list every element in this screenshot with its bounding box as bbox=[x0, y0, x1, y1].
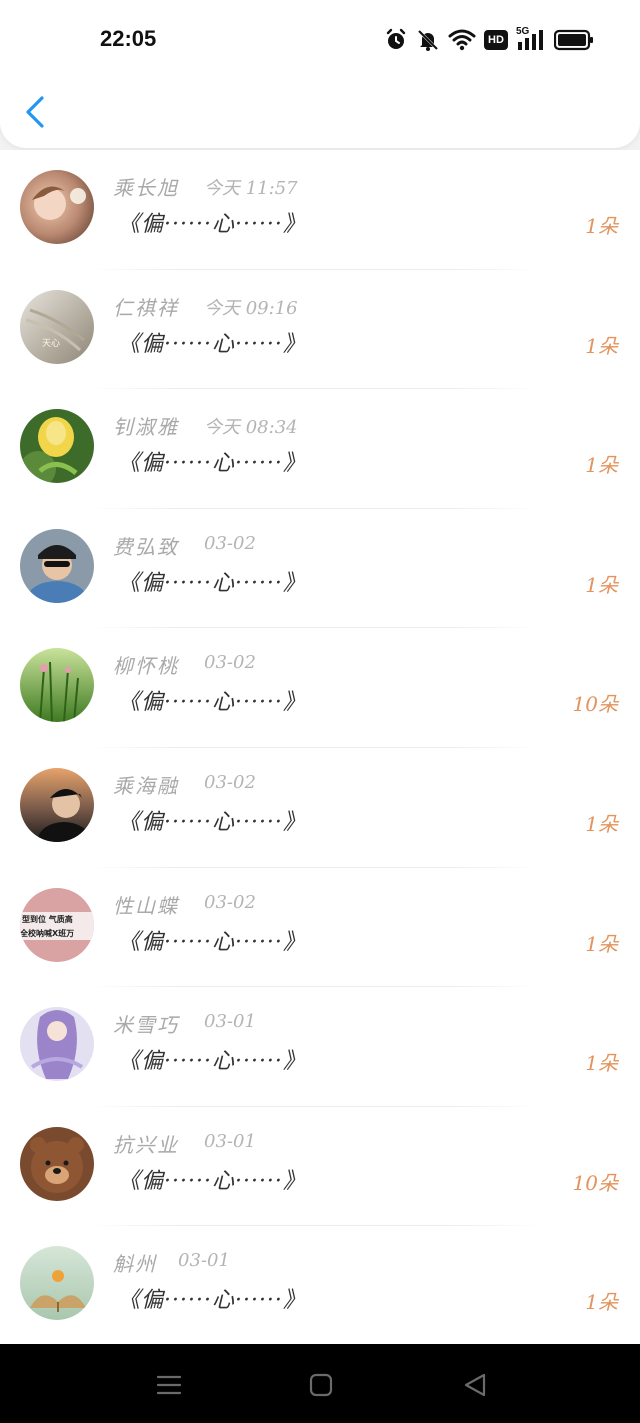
avatar[interactable] bbox=[20, 1246, 94, 1321]
mute-bell-icon bbox=[417, 29, 439, 51]
message-text: 《偏······心······》 bbox=[118, 929, 306, 955]
back-triangle-icon bbox=[464, 1373, 486, 1397]
message-text: 《偏······心······》 bbox=[118, 1168, 306, 1194]
list-item[interactable]: 天心 仁祺祥 今天 09:16 《偏······心······》 1朵 bbox=[0, 270, 640, 390]
wifi-icon bbox=[448, 29, 476, 51]
list-item[interactable]: 费弘致 03-02 《偏······心······》 1朵 bbox=[0, 509, 640, 629]
status-icons: HD 5G bbox=[384, 26, 594, 52]
list-item[interactable]: 型到位 气质高 全校呐喊X班万 性山蝶 03-02 《偏······心·····… bbox=[0, 868, 640, 988]
message-text: 《偏······心······》 bbox=[118, 1049, 306, 1075]
sender-name: 抗兴业 bbox=[113, 1132, 179, 1157]
avatar[interactable] bbox=[20, 1126, 94, 1201]
flower-count: 1朵 bbox=[585, 931, 618, 956]
hd-label: HD bbox=[488, 34, 504, 46]
avatar[interactable] bbox=[20, 1007, 94, 1082]
message-time: 03-01 bbox=[204, 1130, 256, 1152]
avatar-caption: 天心 bbox=[42, 338, 60, 349]
system-nav-bar bbox=[0, 1344, 640, 1423]
flower-count: 1朵 bbox=[585, 811, 618, 836]
sender-name: 斛州 bbox=[113, 1252, 157, 1277]
message-text: 《偏······心······》 bbox=[118, 809, 306, 835]
alarm-icon bbox=[386, 28, 406, 49]
flower-count: 1朵 bbox=[585, 333, 618, 358]
list-item[interactable]: 抗兴业 03-01 《偏······心······》 10朵 bbox=[0, 1107, 640, 1227]
message-time: 03-02 bbox=[204, 532, 256, 554]
battery-icon bbox=[554, 29, 593, 51]
hd-icon: HD bbox=[484, 30, 508, 50]
flower-message-list: 乘长旭 今天 11:57 《偏······心······》 1朵 天心 仁祺祥 … bbox=[0, 150, 640, 1344]
avatar[interactable] bbox=[20, 528, 94, 603]
5g-signal-icon: 5G bbox=[516, 26, 546, 52]
menu-icon bbox=[156, 1375, 182, 1395]
home-square-icon bbox=[309, 1373, 333, 1397]
message-time: 今天 09:16 bbox=[204, 297, 298, 319]
message-time: 03-02 bbox=[204, 771, 256, 793]
flower-count: 1朵 bbox=[585, 214, 618, 238]
list-item[interactable]: 斛州 03-01 《偏······心······》 1朵 bbox=[0, 1226, 640, 1344]
list-item[interactable]: 乘海融 03-02 《偏······心······》 1朵 bbox=[0, 748, 640, 868]
flower-count: 1朵 bbox=[585, 1051, 618, 1076]
avatar[interactable] bbox=[20, 648, 94, 723]
message-text: 《偏······心······》 bbox=[118, 451, 306, 477]
message-time: 03-01 bbox=[204, 1011, 256, 1033]
flower-count: 1朵 bbox=[585, 1290, 618, 1315]
sender-name: 费弘致 bbox=[113, 534, 179, 559]
flower-count: 10朵 bbox=[572, 1170, 618, 1195]
sender-name: 仁祺祥 bbox=[113, 295, 179, 320]
menu-button[interactable] bbox=[152, 1368, 186, 1402]
avatar[interactable] bbox=[20, 409, 94, 484]
list-item[interactable]: 乘长旭 今天 11:57 《偏······心······》 1朵 bbox=[0, 150, 640, 270]
sender-name: 钊淑雅 bbox=[113, 415, 179, 440]
message-time: 03-01 bbox=[178, 1250, 230, 1272]
app-header: 22:05 HD 5G bbox=[0, 0, 640, 148]
message-text: 《偏······心······》 bbox=[118, 331, 306, 357]
message-text: 《偏······心······》 bbox=[118, 570, 306, 596]
avatar[interactable] bbox=[20, 767, 94, 842]
message-time: 03-02 bbox=[204, 891, 256, 913]
sender-name: 柳怀桃 bbox=[113, 654, 179, 679]
flower-count: 1朵 bbox=[585, 453, 618, 478]
back-nav-button[interactable] bbox=[458, 1368, 492, 1402]
flower-count: 10朵 bbox=[572, 692, 618, 717]
flower-count: 1朵 bbox=[585, 572, 618, 597]
message-time: 今天 08:34 bbox=[204, 417, 298, 439]
message-text: 《偏······心······》 bbox=[118, 212, 306, 237]
list-item[interactable]: 柳怀桃 03-02 《偏······心······》 10朵 bbox=[0, 628, 640, 748]
list-item[interactable]: 钊淑雅 今天 08:34 《偏······心······》 1朵 bbox=[0, 389, 640, 509]
sender-name: 乘长旭 bbox=[113, 176, 179, 200]
message-text: 《偏······心······》 bbox=[118, 690, 306, 716]
avatar[interactable] bbox=[20, 170, 94, 244]
message-time: 03-02 bbox=[204, 652, 256, 674]
avatar-line-1: 型到位 气质高 bbox=[22, 914, 73, 924]
message-text: 《偏······心······》 bbox=[118, 1288, 306, 1314]
sender-name: 乘海融 bbox=[113, 773, 179, 798]
chevron-left-icon bbox=[26, 96, 44, 128]
message-time: 今天 11:57 bbox=[204, 178, 298, 199]
sender-name: 性山蝶 bbox=[113, 893, 179, 918]
list-item[interactable]: 米雪巧 03-01 《偏······心······》 1朵 bbox=[0, 987, 640, 1107]
back-button[interactable] bbox=[22, 94, 48, 130]
status-time: 22:05 bbox=[100, 26, 157, 51]
avatar[interactable]: 天心 bbox=[20, 289, 94, 364]
avatar-line-2: 全校呐喊X班万 bbox=[20, 928, 74, 938]
sender-name: 米雪巧 bbox=[113, 1013, 179, 1038]
avatar[interactable]: 型到位 气质高 全校呐喊X班万 bbox=[20, 887, 94, 962]
home-button[interactable] bbox=[304, 1368, 338, 1402]
